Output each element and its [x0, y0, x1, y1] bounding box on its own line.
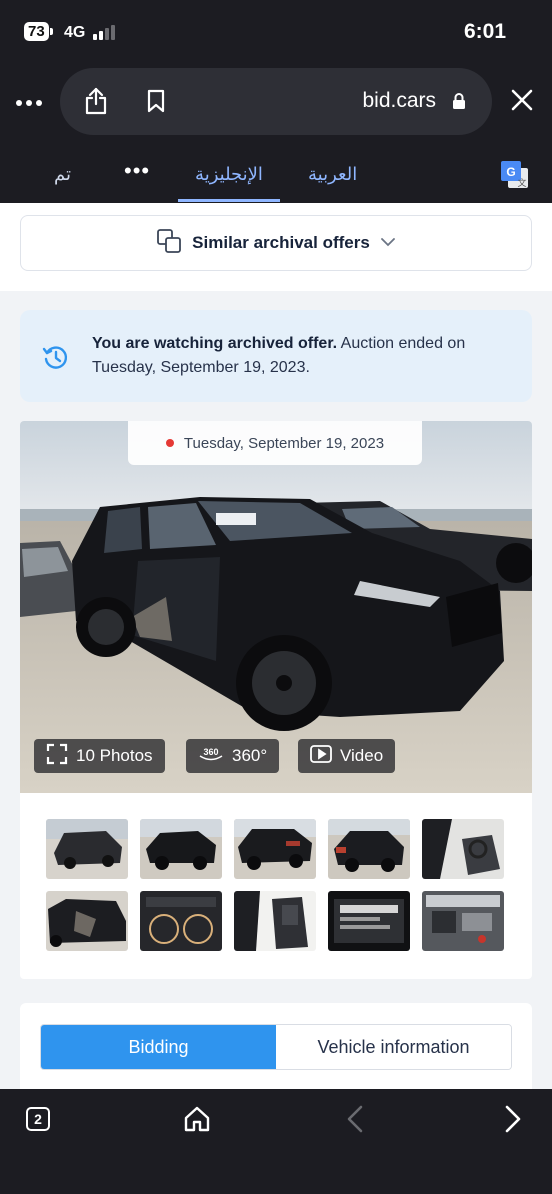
fullscreen-icon — [46, 743, 68, 770]
svg-text:文: 文 — [517, 177, 526, 188]
battery-tip — [49, 28, 53, 35]
chevron-left-icon[interactable] — [345, 1104, 365, 1139]
browser-bottom-toolbar: 2 — [0, 1089, 552, 1194]
similar-offers-label: Similar archival offers — [192, 233, 370, 252]
tab-bidding[interactable]: Bidding — [41, 1025, 276, 1069]
photos-button[interactable]: 10 Photos — [34, 739, 165, 773]
battery-indicator: 73 — [24, 22, 53, 41]
tab-vehicle-information[interactable]: Vehicle information — [276, 1025, 511, 1069]
history-icon — [42, 344, 70, 377]
translate-done-button[interactable]: تم — [54, 164, 71, 185]
thumbnail-3[interactable] — [234, 819, 316, 879]
address-bar[interactable]: bid.cars — [60, 68, 492, 135]
archived-notice-bold: You are watching archived offer. — [92, 335, 338, 352]
thumbnail-4[interactable] — [328, 819, 410, 879]
translate-english-tab[interactable]: الإنجليزية — [178, 164, 280, 185]
svg-text:G: G — [506, 165, 515, 179]
lock-icon — [452, 92, 466, 115]
tabs-button[interactable]: 2 — [26, 1107, 50, 1131]
google-translate-icon[interactable]: G 文 — [500, 160, 530, 195]
clock: 6:01 — [463, 20, 506, 43]
thumbnail-8[interactable] — [234, 891, 316, 951]
close-icon[interactable] — [510, 88, 534, 117]
status-dot — [165, 439, 174, 447]
video-button[interactable]: Video — [298, 739, 396, 773]
share-icon[interactable] — [84, 87, 108, 120]
archived-offer-notice: You are watching archived offer. Auction… — [20, 310, 532, 402]
signal-strength-icon — [93, 25, 115, 40]
video-label: Video — [340, 746, 384, 765]
view-360-button[interactable]: 360 360° — [186, 739, 280, 773]
chevron-down-icon — [380, 234, 396, 252]
url-text: bid.cars — [362, 89, 436, 112]
similar-offers-button[interactable]: Similar archival offers — [20, 215, 532, 271]
play-video-icon — [310, 744, 332, 768]
view-360-label: 360° — [232, 746, 268, 765]
translate-bar: تم ••• الإنجليزية العربية G 文 — [0, 150, 552, 203]
similar-offers-section: Similar archival offers — [0, 203, 552, 291]
copy-icon — [156, 228, 182, 259]
photos-label: 10 Photos — [76, 746, 153, 765]
thumbnail-10[interactable] — [422, 891, 504, 951]
network-type: 4G — [64, 24, 86, 41]
thumbnail-7[interactable] — [140, 891, 222, 951]
info-tabs: Bidding Vehicle information — [40, 1024, 512, 1070]
thumbnail-6[interactable] — [46, 891, 128, 951]
page-content: Similar archival offers You are watching… — [0, 203, 552, 1089]
thumbnail-9[interactable] — [328, 891, 410, 951]
translate-arabic-tab[interactable]: العربية — [308, 164, 357, 185]
360-badge-text: 360 — [203, 747, 218, 757]
browser-toolbar: bid.cars — [0, 66, 552, 150]
vehicle-main-photo[interactable]: Tuesday, September 19, 2023 10 Photos 36… — [20, 421, 532, 793]
media-gallery: Tuesday, September 19, 2023 10 Photos 36… — [20, 421, 532, 979]
360-icon: 360 — [198, 746, 224, 767]
bidding-panel: Bidding Vehicle information — [20, 1003, 532, 1089]
battery-level: 73 — [24, 22, 49, 41]
thumbnail-grid — [46, 819, 508, 951]
home-icon[interactable] — [183, 1105, 211, 1138]
thumbnail-5[interactable] — [422, 819, 504, 879]
chevron-right-icon[interactable] — [503, 1104, 523, 1139]
thumbnail-1[interactable] — [46, 819, 128, 879]
translate-more-button[interactable]: ••• — [124, 158, 150, 184]
auction-date-badge: Tuesday, September 19, 2023 — [128, 421, 422, 465]
more-horizontal-icon[interactable] — [16, 88, 46, 118]
bookmark-icon[interactable] — [146, 89, 166, 118]
thumbnail-2[interactable] — [140, 819, 222, 879]
translate-active-indicator — [178, 199, 280, 202]
archived-notice-text: You are watching archived offer. Auction… — [92, 332, 472, 380]
auction-date: Tuesday, September 19, 2023 — [183, 434, 385, 452]
status-bar: 73 4G 6:01 — [0, 0, 552, 66]
